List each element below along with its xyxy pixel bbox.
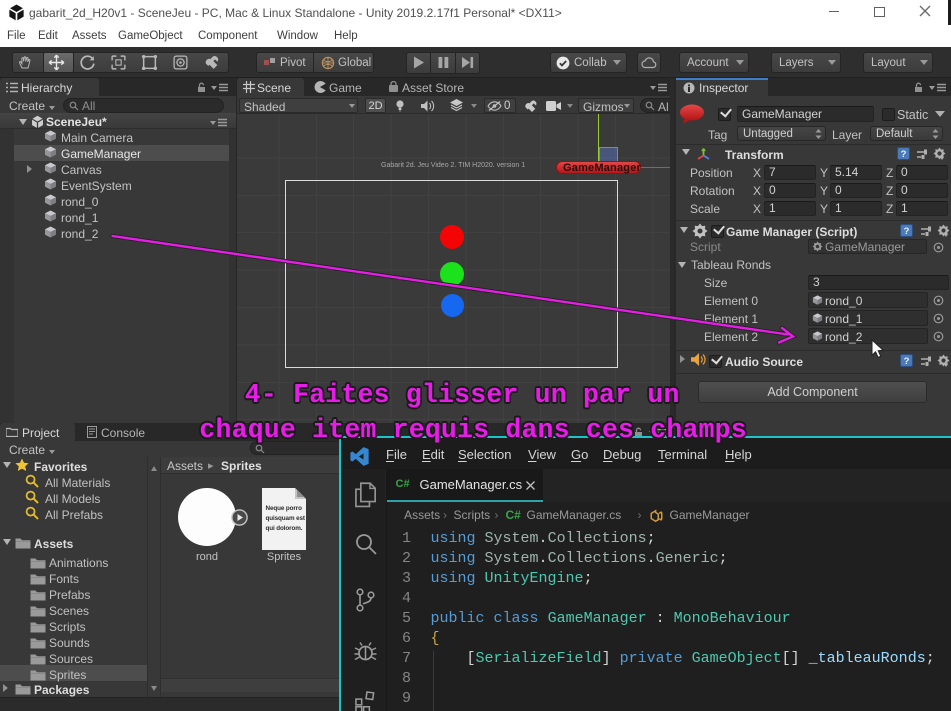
svg-text:?: ? xyxy=(904,356,910,367)
svg-text:?: ? xyxy=(904,226,910,237)
svg-text:?: ? xyxy=(901,149,907,160)
